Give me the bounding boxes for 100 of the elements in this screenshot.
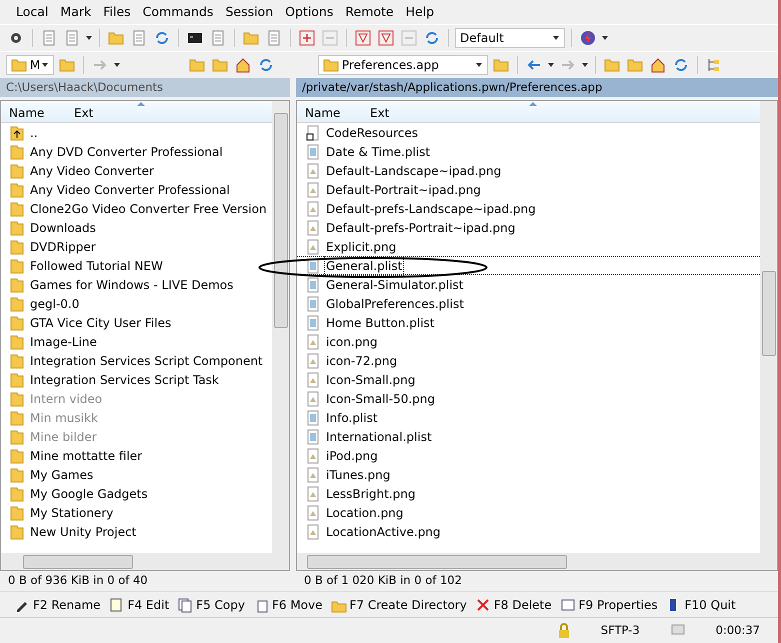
- filter-button[interactable]: [376, 28, 396, 48]
- parent-folder-icon: [10, 124, 24, 140]
- menu-item[interactable]: Session: [219, 2, 280, 22]
- file-name[interactable]: Integration Services Script Task: [28, 370, 221, 390]
- dropdown-caret-icon[interactable]: [41, 62, 49, 68]
- file-name[interactable]: Any Video Converter: [28, 160, 156, 180]
- refresh-icon: [673, 57, 689, 73]
- folder-icon: [243, 30, 259, 46]
- file-name[interactable]: icon.png: [324, 332, 380, 352]
- menu-item[interactable]: Files: [97, 2, 137, 22]
- file-name[interactable]: Clone2Go Video Converter Free Version: [28, 198, 269, 218]
- image-file-icon: [306, 220, 320, 236]
- dropdown-caret-icon[interactable]: [581, 62, 589, 68]
- function-key-button[interactable]: F4 Edit: [108, 596, 170, 614]
- folder-icon: [10, 144, 24, 160]
- function-key-button[interactable]: F5 Copy: [177, 596, 245, 614]
- scrollbar-thumb[interactable]: [762, 271, 776, 356]
- menu-item[interactable]: Options: [279, 2, 340, 22]
- file-name[interactable]: GlobalPreferences.plist: [324, 294, 466, 314]
- home-icon: [650, 57, 666, 73]
- file-name[interactable]: Icon-Small-50.png: [324, 388, 437, 408]
- vertical-scrollbar[interactable]: [272, 101, 289, 570]
- file-name[interactable]: LocationActive.png: [324, 522, 443, 542]
- dropdown-caret-icon[interactable]: [475, 62, 483, 68]
- horizontal-scrollbar[interactable]: [297, 553, 760, 570]
- menu-item[interactable]: Mark: [54, 2, 98, 22]
- folder-icon: [10, 276, 24, 292]
- file-name[interactable]: iPod.png: [324, 446, 380, 466]
- menu-item[interactable]: Local: [10, 2, 54, 22]
- file-name[interactable]: GTA Vice City User Files: [28, 312, 174, 332]
- file-name[interactable]: CodeResources: [324, 122, 420, 142]
- column-heading[interactable]: Ext: [362, 101, 398, 122]
- file-icon: [306, 314, 320, 330]
- file-name[interactable]: Info.plist: [324, 408, 380, 428]
- preset-dropdown[interactable]: Default: [455, 28, 565, 48]
- file-name[interactable]: My Google Gadgets: [28, 484, 150, 504]
- file-name[interactable]: Location.png: [324, 502, 406, 522]
- folder-icon: [108, 30, 124, 46]
- file-name[interactable]: My Stationery: [28, 502, 116, 522]
- dropdown-caret-icon[interactable]: [85, 35, 93, 41]
- vertical-scrollbar[interactable]: [760, 101, 777, 570]
- horizontal-scrollbar[interactable]: [1, 553, 272, 570]
- function-key-button[interactable]: F6 Move: [252, 596, 322, 614]
- folder-icon: [10, 504, 24, 520]
- menu-item[interactable]: Help: [400, 2, 440, 22]
- file-name[interactable]: Default-prefs-Landscape~ipad.png: [324, 198, 538, 218]
- function-key-button[interactable]: F8 Delete: [474, 596, 552, 614]
- dropdown-caret-icon[interactable]: [113, 62, 121, 68]
- function-key-button[interactable]: F9 Properties: [560, 596, 658, 614]
- dropdown-caret-icon[interactable]: [552, 35, 560, 41]
- padlock-icon: [556, 622, 571, 638]
- function-key-button[interactable]: F7 Create Directory: [330, 596, 467, 614]
- file-name[interactable]: Image-Line: [28, 332, 99, 352]
- file-name[interactable]: iTunes.png: [324, 464, 392, 484]
- dropdown-caret-icon[interactable]: [601, 35, 609, 41]
- file-name[interactable]: Any Video Converter Professional: [28, 180, 232, 200]
- file-name[interactable]: My Games: [28, 464, 96, 484]
- file-name[interactable]: Followed Tutorial NEW: [28, 256, 165, 276]
- filter-button[interactable]: [353, 28, 373, 48]
- file-name[interactable]: Explicit.png: [324, 236, 398, 256]
- file-name[interactable]: Integration Services Script Component: [28, 350, 265, 370]
- file-name[interactable]: Any DVD Converter Professional: [28, 142, 225, 162]
- file-name[interactable]: Default-Portrait~ipad.png: [324, 180, 483, 200]
- file-name[interactable]: Home Button.plist: [324, 312, 437, 332]
- file-name[interactable]: gegl-0.0: [28, 294, 82, 314]
- file-name[interactable]: New Unity Project: [28, 522, 138, 542]
- file-name[interactable]: Downloads: [28, 218, 98, 238]
- file-name[interactable]: Icon-Small.png: [324, 370, 418, 390]
- function-key-button[interactable]: F10 Quit: [666, 596, 736, 614]
- drive-dropdown[interactable]: M: [6, 55, 54, 75]
- function-key-button[interactable]: F2 Rename: [14, 596, 101, 614]
- drive-dropdown[interactable]: Preferences.app: [318, 55, 488, 75]
- file-name[interactable]: LessBright.png: [324, 484, 418, 504]
- folder-icon: [10, 258, 24, 274]
- file-name[interactable]: Default-prefs-Portrait~ipad.png: [324, 218, 518, 238]
- menu-item[interactable]: Commands: [136, 2, 220, 22]
- file-name[interactable]: icon-72.png: [324, 350, 400, 370]
- file-name[interactable]: Date & Time.plist: [324, 142, 432, 162]
- dropdown-caret-icon[interactable]: [547, 62, 555, 68]
- column-heading[interactable]: Ext: [66, 101, 102, 122]
- folder-icon: [323, 57, 339, 73]
- file-icon: [306, 410, 320, 426]
- file-name[interactable]: Default-Landscape~ipad.png: [324, 160, 504, 180]
- image-file-icon: [306, 486, 320, 502]
- file-name[interactable]: Games for Windows - LIVE Demos: [28, 274, 236, 294]
- file-name[interactable]: International.plist: [324, 426, 434, 446]
- file-name[interactable]: DVDRipper: [28, 236, 98, 256]
- scrollbar-thumb[interactable]: [307, 554, 567, 568]
- folder-icon: [10, 410, 24, 426]
- plus-button[interactable]: [297, 28, 317, 48]
- scrollbar-thumb[interactable]: [23, 554, 133, 568]
- file-name[interactable]: Mine mottatte filer: [28, 446, 144, 466]
- scrollbar-thumb[interactable]: [274, 113, 288, 328]
- menu-item[interactable]: Remote: [339, 2, 400, 22]
- connection-button[interactable]: [578, 28, 598, 48]
- file-name[interactable]: ..: [28, 122, 40, 142]
- column-heading[interactable]: Name: [297, 101, 362, 122]
- column-heading[interactable]: Name: [1, 101, 66, 122]
- file-name[interactable]: General-Simulator.plist: [324, 274, 466, 294]
- file-name[interactable]: General.plist: [324, 256, 404, 276]
